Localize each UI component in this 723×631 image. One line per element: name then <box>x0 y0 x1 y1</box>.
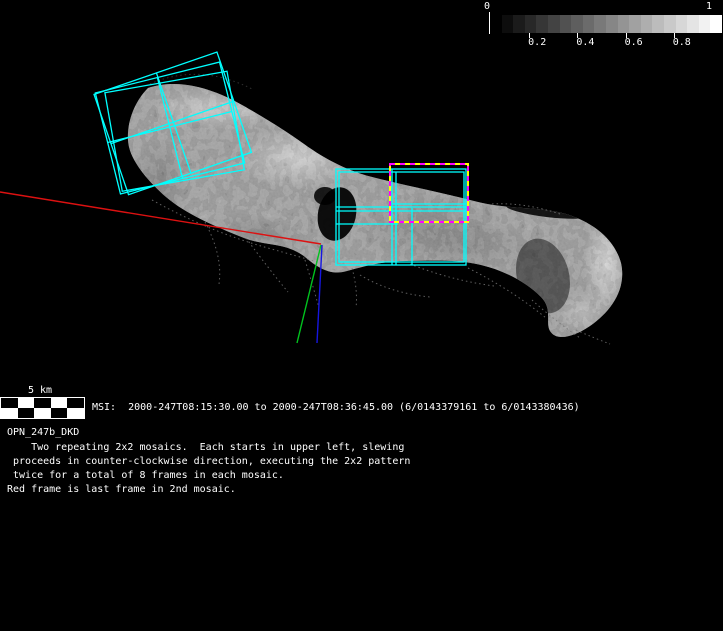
colorbar-tick-label: 0.6 <box>624 37 643 48</box>
colorbar-step <box>663 15 676 33</box>
colorbar-tick-label: 0.8 <box>672 37 691 48</box>
msi-sequence-view: 0 1 0.2 0.4 0.6 0.8 5 km MSI: 2000-247T08:1… <box>0 0 723 631</box>
status-line: MSI: 2000-247T08:15:30.00 to 2000-247T08… <box>92 402 580 413</box>
render-canvas <box>0 51 623 345</box>
colorbar-step <box>571 15 583 33</box>
description-line: twice for a total of 8 frames in each mo… <box>7 470 284 481</box>
scale-bar-segment <box>17 408 35 418</box>
colorbar-step <box>594 15 606 33</box>
scale-bar-segment <box>50 408 68 418</box>
scale-bar-checker <box>0 397 85 419</box>
description-line: proceeds in counter-clockwise direction,… <box>7 456 411 467</box>
colorbar-step <box>675 15 688 33</box>
colorbar-gradient <box>490 15 722 33</box>
colorbar-step <box>605 15 618 33</box>
scale-bar-segment <box>67 398 84 408</box>
colorbar-step <box>513 15 525 33</box>
crater-shadow <box>314 187 336 205</box>
colorbar-step <box>524 15 537 33</box>
colorbar-step <box>490 15 502 33</box>
colorbar-max-label: 1 <box>706 1 713 12</box>
sequence-description: Two repeating 2x2 mosaics. Each starts i… <box>7 441 410 497</box>
colorbar-step <box>687 15 699 33</box>
colorbar-step <box>640 15 653 33</box>
colorbar-step <box>536 15 548 33</box>
description-line: Red frame is last frame in 2nd mosaic. <box>7 484 236 495</box>
colorbar-tick-label: 0.4 <box>576 37 595 48</box>
colorbar-step <box>547 15 560 33</box>
colorbar-step <box>559 15 572 33</box>
scale-bar-segment <box>67 408 84 418</box>
scale-bar-segment <box>1 398 18 408</box>
scale-bar-segment <box>34 408 51 418</box>
scale-bar-segment <box>17 398 35 408</box>
colorbar-step <box>501 15 514 33</box>
scale-bar-segment <box>50 398 68 408</box>
colorbar-step <box>617 15 630 33</box>
scale-bar-label: 5 km <box>28 385 53 396</box>
scale-bar-segment <box>1 408 18 418</box>
colorbar-step <box>582 15 595 33</box>
colorbar-step <box>698 15 711 33</box>
colorbar-step <box>652 15 664 33</box>
sequence-name: OPN_247b_DKD <box>7 427 80 438</box>
description-line: Two repeating 2x2 mosaics. Each starts i… <box>7 442 405 453</box>
colorbar-step <box>710 15 722 33</box>
scale-bar-segment <box>34 398 51 408</box>
colorbar-step <box>629 15 641 33</box>
colorbar-tick-label: 0.2 <box>528 37 547 48</box>
